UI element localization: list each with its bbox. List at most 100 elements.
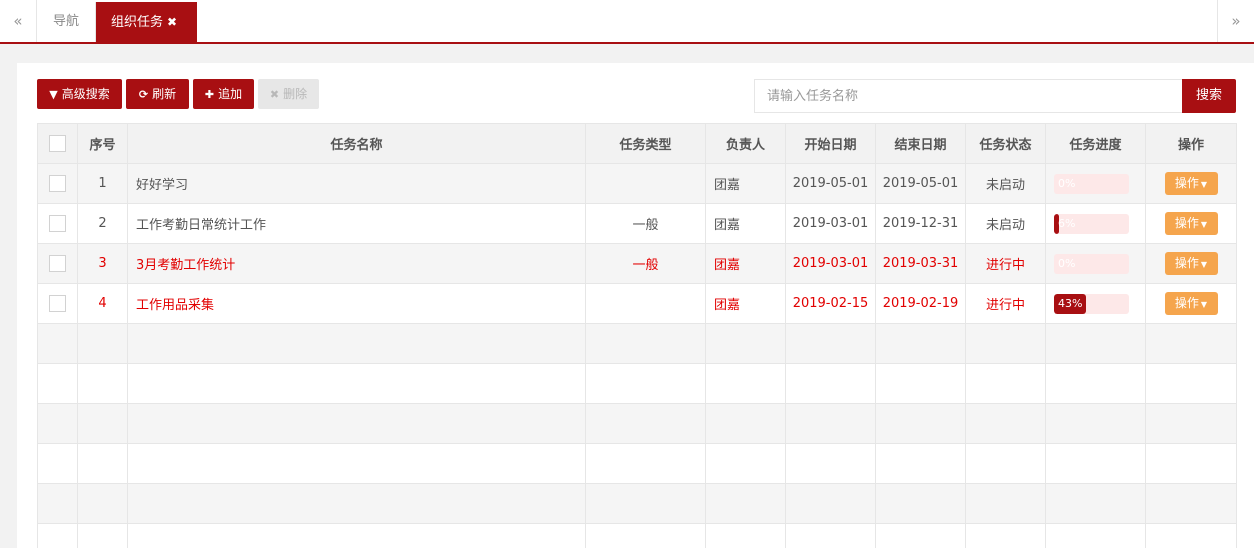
progress-text: 43% — [1058, 296, 1083, 310]
search-button[interactable]: 搜索 — [1182, 79, 1236, 113]
select-all-checkbox[interactable] — [49, 135, 66, 152]
caret-down-icon: ▼ — [1200, 300, 1208, 309]
cell-owner: 团嘉 — [705, 243, 786, 284]
table-row[interactable]: 4 工作用品采集 团嘉 2019-02-15 2019-02-19 进行中 43… — [37, 283, 1237, 324]
row-checkbox[interactable] — [49, 215, 66, 232]
add-button[interactable]: ✚ 追加 — [193, 79, 254, 109]
header-index: 序号 — [77, 123, 128, 164]
row-checkbox-cell — [37, 283, 78, 324]
cell-end-date: 2019-03-31 — [875, 243, 966, 284]
row-action-label: 操作 — [1174, 296, 1199, 310]
cell-owner: 团嘉 — [705, 163, 786, 204]
cell-end-date: 2019-05-01 — [875, 163, 966, 204]
cell-start-date: 2019-05-01 — [785, 163, 876, 204]
tab-scroll-right-icon[interactable]: » — [1217, 0, 1254, 42]
empty-row — [37, 323, 1237, 364]
cell-status: 进行中 — [965, 283, 1046, 324]
header-task-name: 任务名称 — [127, 123, 586, 164]
tab-scroll-left-icon[interactable]: « — [0, 0, 37, 42]
delete-icon: ✖ — [269, 88, 280, 101]
advanced-search-button[interactable]: ▼ 高级搜索 — [37, 79, 122, 109]
cell-index: 1 — [77, 163, 128, 204]
tab-navigation[interactable]: 导航 — [37, 2, 96, 42]
cell-action: 操作 ▼ — [1145, 163, 1237, 204]
table-row[interactable]: 3 3月考勤工作统计 一般 团嘉 2019-03-01 2019-03-31 进… — [37, 243, 1237, 284]
refresh-icon: ⟳ — [138, 88, 149, 101]
cell-action: 操作 ▼ — [1145, 203, 1237, 244]
caret-down-icon: ▼ — [1200, 220, 1208, 229]
caret-down-icon: ▼ — [1200, 260, 1208, 269]
cell-index: 3 — [77, 243, 128, 284]
row-checkbox[interactable] — [49, 175, 66, 192]
row-action-dropdown[interactable]: 操作 ▼ — [1164, 172, 1218, 195]
progress-text: 0% — [1058, 256, 1076, 270]
cell-start-date: 2019-03-01 — [785, 243, 876, 284]
cell-action: 操作 ▼ — [1145, 283, 1237, 324]
row-checkbox-cell — [37, 163, 78, 204]
cell-end-date: 2019-02-19 — [875, 283, 966, 324]
content-panel: ▼高级搜索 ⟳刷新 ✚追加 ✖删除 搜索 序号 任务名称 任务类型 负责人 开始… — [17, 63, 1254, 548]
empty-row — [37, 483, 1237, 524]
progress-bar: 6% — [1054, 213, 1129, 234]
cell-action: 操作 ▼ — [1145, 243, 1237, 284]
empty-row — [37, 443, 1237, 484]
cell-owner: 团嘉 — [705, 203, 786, 244]
tab-label: 组织任务 — [111, 15, 164, 30]
cell-task-type: 一般 — [585, 203, 706, 244]
filter-icon: ▼ — [49, 88, 58, 101]
cell-status: 进行中 — [965, 243, 1046, 284]
cell-status: 未启动 — [965, 163, 1046, 204]
refresh-button[interactable]: ⟳ 刷新 — [126, 79, 189, 109]
header-end-date: 结束日期 — [875, 123, 966, 164]
cell-task-name: 好好学习 — [127, 163, 586, 204]
row-action-dropdown[interactable]: 操作 ▼ — [1164, 212, 1218, 235]
tab-bar: « 导航 组织任务 ✖ » — [0, 0, 1254, 44]
cell-progress: 43% — [1045, 283, 1146, 324]
delete-button[interactable]: ✖ 删除 — [258, 79, 319, 109]
progress-text: 0% — [1058, 176, 1076, 190]
row-action-label: 操作 — [1174, 216, 1199, 230]
progress-bar: 43% — [1054, 293, 1129, 314]
table-row[interactable]: 2 工作考勤日常统计工作 一般 团嘉 2019-03-01 2019-12-31… — [37, 203, 1237, 244]
header-owner: 负责人 — [705, 123, 786, 164]
caret-down-icon: ▼ — [1200, 180, 1208, 189]
tab-organization-tasks[interactable]: 组织任务 ✖ — [96, 2, 197, 42]
row-action-dropdown[interactable]: 操作 ▼ — [1164, 292, 1218, 315]
header-checkbox-cell — [37, 123, 78, 164]
header-status: 任务状态 — [965, 123, 1046, 164]
plus-icon: ✚ — [204, 88, 215, 101]
empty-row — [37, 403, 1237, 444]
close-icon[interactable]: ✖ — [167, 2, 177, 42]
empty-row — [37, 363, 1237, 404]
cell-index: 2 — [77, 203, 128, 244]
cell-index: 4 — [77, 283, 128, 324]
add-label: 追加 — [218, 87, 243, 101]
row-checkbox[interactable] — [49, 295, 66, 312]
cell-task-type — [585, 283, 706, 324]
row-checkbox-cell — [37, 243, 78, 284]
header-action: 操作 — [1145, 123, 1237, 164]
table-header-row: 序号 任务名称 任务类型 负责人 开始日期 结束日期 任务状态 任务进度 操作 — [37, 123, 1237, 164]
row-checkbox[interactable] — [49, 255, 66, 272]
table-row[interactable]: 1 好好学习 团嘉 2019-05-01 2019-05-01 未启动 0% 操… — [37, 163, 1237, 204]
cell-task-name: 工作考勤日常统计工作 — [127, 203, 586, 244]
cell-task-type — [585, 163, 706, 204]
cell-start-date: 2019-02-15 — [785, 283, 876, 324]
row-action-label: 操作 — [1174, 176, 1199, 190]
refresh-label: 刷新 — [152, 87, 177, 101]
advanced-search-label: 高级搜索 — [61, 87, 110, 101]
row-checkbox-cell — [37, 203, 78, 244]
progress-bar: 0% — [1054, 253, 1129, 274]
empty-row — [37, 523, 1237, 548]
search-input[interactable] — [754, 79, 1183, 113]
cell-status: 未启动 — [965, 203, 1046, 244]
delete-label: 删除 — [283, 87, 308, 101]
cell-task-type: 一般 — [585, 243, 706, 284]
row-action-dropdown[interactable]: 操作 ▼ — [1164, 252, 1218, 275]
task-table: 序号 任务名称 任务类型 负责人 开始日期 结束日期 任务状态 任务进度 操作 … — [37, 123, 1237, 548]
cell-progress: 0% — [1045, 163, 1146, 204]
header-start-date: 开始日期 — [785, 123, 876, 164]
cell-start-date: 2019-03-01 — [785, 203, 876, 244]
cell-owner: 团嘉 — [705, 283, 786, 324]
cell-end-date: 2019-12-31 — [875, 203, 966, 244]
